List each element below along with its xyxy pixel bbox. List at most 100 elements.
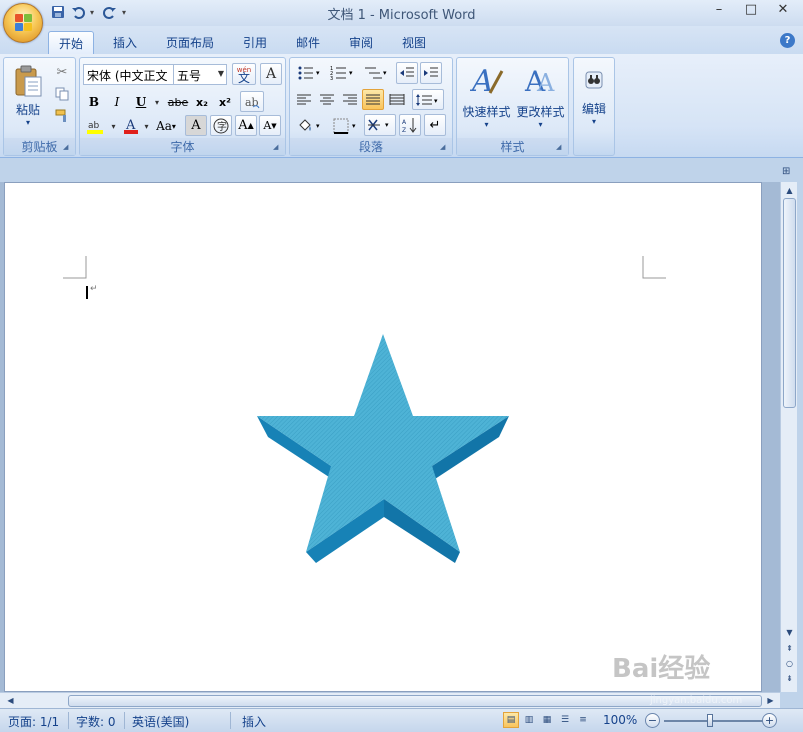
strikethrough-button[interactable]: abe	[166, 92, 190, 112]
scroll-up-icon[interactable]: ▲	[783, 184, 796, 197]
underline-button[interactable]: U	[130, 92, 152, 112]
font-color-icon: A	[124, 118, 138, 134]
zoom-slider-thumb[interactable]	[707, 714, 713, 727]
previous-page-icon[interactable]: ⇞	[783, 642, 796, 655]
increase-indent-button[interactable]	[420, 62, 442, 84]
font-color-dropdown-icon[interactable]: ▾	[142, 116, 151, 136]
subscript-button[interactable]: x₂	[191, 92, 213, 112]
editing-button[interactable]: 编辑 ▾	[576, 60, 612, 132]
vertical-scrollbar[interactable]: ▲ ▼ ⇞ ○ ⇟	[780, 182, 797, 692]
paint-bucket-icon: ▾	[299, 119, 320, 131]
change-styles-dropdown-icon: ▾	[538, 120, 543, 129]
page-count[interactable]: 页面: 1/1	[8, 713, 59, 730]
format-painter-button[interactable]	[52, 106, 72, 126]
tab-page-layout[interactable]: 页面布局	[156, 31, 224, 54]
tab-mailings[interactable]: 邮件	[286, 31, 330, 54]
paragraph-launcher-icon[interactable]: ◢	[440, 143, 449, 152]
document-page[interactable]	[4, 182, 762, 692]
print-layout-view-icon[interactable]: ▤	[503, 712, 519, 728]
scroll-down-icon[interactable]: ▼	[783, 626, 796, 639]
brush-icon	[55, 109, 66, 122]
paste-button[interactable]: 粘贴 ▾	[8, 60, 48, 132]
align-left-button[interactable]	[293, 89, 315, 110]
copy-button[interactable]	[52, 84, 72, 104]
view-ruler-icon[interactable]: ⊞	[782, 166, 796, 180]
distributed-button[interactable]	[386, 89, 408, 110]
draft-view-icon[interactable]: ≡	[575, 712, 591, 728]
numbering-button[interactable]: 1 2 3 ▾	[327, 62, 359, 84]
numbering-icon: 123▾	[330, 66, 353, 81]
svg-text:A: A	[402, 119, 407, 126]
svg-text:▾: ▾	[434, 97, 438, 105]
highlight-button[interactable]: ab	[83, 116, 109, 136]
outline-view-icon[interactable]: ☰	[557, 712, 573, 728]
decrease-indent-button[interactable]	[396, 62, 418, 84]
scroll-left-icon[interactable]: ◀	[4, 694, 17, 707]
chinese-layout-button[interactable]: ▾	[364, 114, 396, 136]
help-icon[interactable]: ?	[780, 33, 795, 48]
insert-mode-indicator[interactable]: 插入	[242, 713, 266, 730]
character-shading-button[interactable]: A	[185, 115, 207, 136]
watermark-logo: Bai经验	[612, 654, 711, 684]
chinese-layout-icon: ▾	[368, 119, 389, 131]
paragraph-group-label: 段落	[290, 138, 452, 155]
language-indicator[interactable]: 英语(美国)	[132, 713, 189, 730]
quick-styles-dropdown-icon: ▾	[484, 120, 489, 129]
phonetic-guide-button[interactable]: wén 文	[232, 63, 256, 85]
tab-references[interactable]: 引用	[233, 31, 277, 54]
change-styles-button[interactable]: AA 更改样式 ▾	[514, 60, 567, 132]
zoom-in-icon[interactable]: +	[762, 713, 777, 728]
justify-button[interactable]	[362, 89, 384, 110]
tab-insert[interactable]: 插入	[103, 31, 147, 54]
scroll-right-icon[interactable]: ▶	[764, 694, 777, 707]
web-layout-icon[interactable]: ▦	[539, 712, 555, 728]
font-launcher-icon[interactable]: ◢	[273, 143, 282, 152]
bold-button[interactable]: B	[83, 92, 105, 112]
styles-launcher-icon[interactable]: ◢	[556, 143, 565, 152]
grow-font-button[interactable]: A ▲	[235, 115, 257, 136]
sort-button[interactable]: AZ	[399, 114, 421, 136]
zoom-slider-track[interactable]	[664, 720, 764, 722]
clear-formatting-button[interactable]: A	[260, 63, 282, 85]
font-size-combo[interactable]: 五号 ▼	[173, 64, 227, 85]
italic-button[interactable]: I	[106, 92, 128, 112]
bullets-button[interactable]: ▾	[293, 62, 327, 84]
enclose-characters-button[interactable]: 字	[210, 115, 232, 136]
tab-view[interactable]: 视图	[392, 31, 436, 54]
star-shape[interactable]	[5, 183, 763, 693]
tab-review[interactable]: 审阅	[339, 31, 383, 54]
text-effects-button[interactable]: ab	[240, 91, 264, 112]
line-spacing-button[interactable]: ▾	[412, 89, 444, 110]
select-browse-object-icon[interactable]: ○	[783, 657, 796, 670]
vertical-scroll-thumb[interactable]	[783, 198, 796, 408]
font-color-button[interactable]: A	[120, 116, 142, 136]
close-button[interactable]: ✕	[769, 2, 797, 20]
clipboard-launcher-icon[interactable]: ◢	[63, 143, 72, 152]
next-page-icon[interactable]: ⇟	[783, 672, 796, 685]
shading-button[interactable]: ▾	[293, 115, 327, 137]
quick-styles-button[interactable]: A 快速样式 ▾	[460, 60, 513, 132]
borders-button[interactable]: ▾	[330, 115, 362, 137]
underline-dropdown-icon[interactable]: ▾	[152, 92, 162, 112]
cut-button[interactable]: ✂	[52, 62, 72, 82]
full-screen-reading-icon[interactable]: ▥	[521, 712, 537, 728]
maximize-button[interactable]: □	[737, 2, 765, 20]
zoom-level[interactable]: 100%	[603, 713, 637, 727]
font-name-combo[interactable]: 宋体 (中文正文	[83, 64, 175, 85]
minimize-button[interactable]: –	[705, 2, 733, 20]
copy-icon	[55, 87, 69, 101]
align-center-button[interactable]	[316, 89, 338, 110]
zoom-out-icon[interactable]: −	[645, 713, 660, 728]
word-count[interactable]: 字数: 0	[76, 713, 116, 730]
superscript-button[interactable]: x²	[214, 92, 236, 112]
highlight-dropdown-icon[interactable]: ▾	[109, 116, 118, 136]
office-button[interactable]	[3, 3, 43, 43]
svg-text:Z: Z	[402, 127, 406, 133]
multilevel-list-button[interactable]: ▾	[361, 62, 393, 84]
align-right-button[interactable]	[339, 89, 361, 110]
change-styles-icon: AA	[524, 65, 555, 97]
show-marks-button[interactable]: ↵	[424, 114, 446, 136]
tab-home[interactable]: 开始	[48, 31, 95, 54]
shrink-font-button[interactable]: A ▼	[259, 115, 281, 136]
change-case-button[interactable]: Aa ▾	[152, 116, 180, 136]
